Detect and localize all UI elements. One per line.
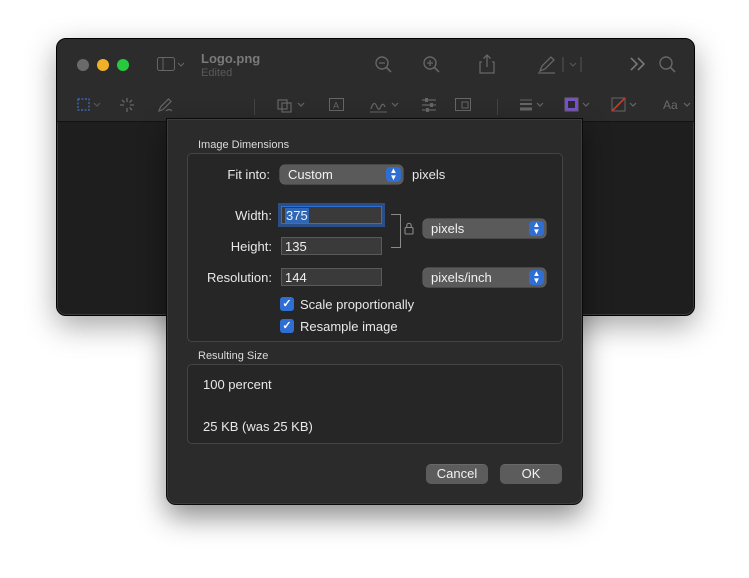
- search-icon[interactable]: [659, 56, 677, 77]
- cancel-button[interactable]: Cancel: [426, 464, 488, 484]
- adjust-color-icon[interactable]: [421, 97, 437, 116]
- popup-arrows-icon: ▲ ▼: [529, 270, 544, 285]
- scale-proportionally-label[interactable]: Scale proportionally: [300, 297, 414, 312]
- sign-icon[interactable]: [369, 97, 403, 116]
- window-title: Logo.png: [201, 51, 261, 66]
- fill-color-icon[interactable]: [611, 97, 641, 116]
- more-icon[interactable]: [629, 56, 647, 75]
- resulting-percent: 100 percent: [203, 377, 272, 392]
- instant-alpha-icon[interactable]: [119, 97, 135, 116]
- lock-icon[interactable]: [404, 222, 414, 238]
- text-style-icon[interactable]: Aa: [663, 99, 693, 111]
- adjust-size-sheet: Image Dimensions Fit into: Custom ▲ ▼ pix…: [166, 118, 583, 505]
- image-dimensions-heading: Image Dimensions: [198, 139, 290, 151]
- zoom-out-icon[interactable]: [375, 56, 393, 77]
- resolution-unit-value: pixels/inch: [431, 270, 492, 285]
- resolution-unit-popup[interactable]: pixels/inch ▲ ▼: [423, 268, 546, 287]
- resulting-size-box: 100 percent 25 KB (was 25 KB): [187, 364, 563, 444]
- border-color-icon[interactable]: [564, 97, 594, 116]
- resulting-kb: 25 KB (was 25 KB): [203, 419, 313, 434]
- fit-into-value: Custom: [288, 167, 333, 182]
- zoom-in-icon[interactable]: [423, 56, 441, 77]
- share-icon[interactable]: [478, 53, 496, 78]
- width-value: 375: [285, 208, 309, 223]
- width-label: Width:: [235, 208, 272, 223]
- resolution-field[interactable]: 144: [281, 268, 382, 286]
- image-dimensions-box: Fit into: Custom ▲ ▼ pixels Width: 375 He…: [187, 153, 563, 342]
- resample-image-checkbox[interactable]: ✓: [280, 319, 294, 333]
- popup-arrows-icon: ▲ ▼: [386, 167, 401, 182]
- zoom-window-button[interactable]: [117, 59, 129, 71]
- minimize-window-button[interactable]: [97, 59, 109, 71]
- svg-text:A: A: [333, 101, 339, 111]
- ok-button[interactable]: OK: [500, 464, 562, 484]
- fit-into-popup[interactable]: Custom ▲ ▼: [280, 165, 403, 184]
- sketch-icon[interactable]: [157, 97, 175, 116]
- resulting-size-heading: Resulting Size: [198, 350, 269, 362]
- size-unit-value: pixels: [431, 221, 465, 236]
- width-field[interactable]: 375: [281, 206, 382, 224]
- adjust-size-icon[interactable]: [455, 97, 473, 116]
- toolbar-divider: [497, 99, 498, 115]
- markup-icon[interactable]: [537, 54, 587, 77]
- toolbar-divider: [254, 99, 255, 115]
- fit-into-label: Fit into:: [227, 167, 270, 182]
- close-window-button[interactable]: [77, 59, 89, 71]
- sidebar-icon[interactable]: [157, 57, 185, 76]
- text-style-label: Aa: [663, 98, 678, 112]
- popup-arrows-icon: ▲ ▼: [529, 221, 544, 236]
- shapes-icon[interactable]: [277, 97, 309, 116]
- size-unit-popup[interactable]: pixels ▲ ▼: [423, 219, 546, 238]
- selection-icon[interactable]: [77, 98, 105, 115]
- title-bar: Logo.png Edited: [57, 39, 694, 91]
- text-icon[interactable]: A: [329, 98, 345, 115]
- height-label: Height:: [230, 239, 272, 254]
- fit-into-unit: pixels: [412, 167, 446, 182]
- scale-proportionally-checkbox[interactable]: ✓: [280, 297, 294, 311]
- link-bracket: [391, 214, 401, 248]
- window-subtitle: Edited: [201, 67, 233, 79]
- resample-image-label[interactable]: Resample image: [300, 319, 398, 334]
- resolution-label: Resolution:: [206, 270, 272, 285]
- height-field[interactable]: 135: [281, 237, 382, 255]
- border-style-icon[interactable]: [519, 98, 549, 115]
